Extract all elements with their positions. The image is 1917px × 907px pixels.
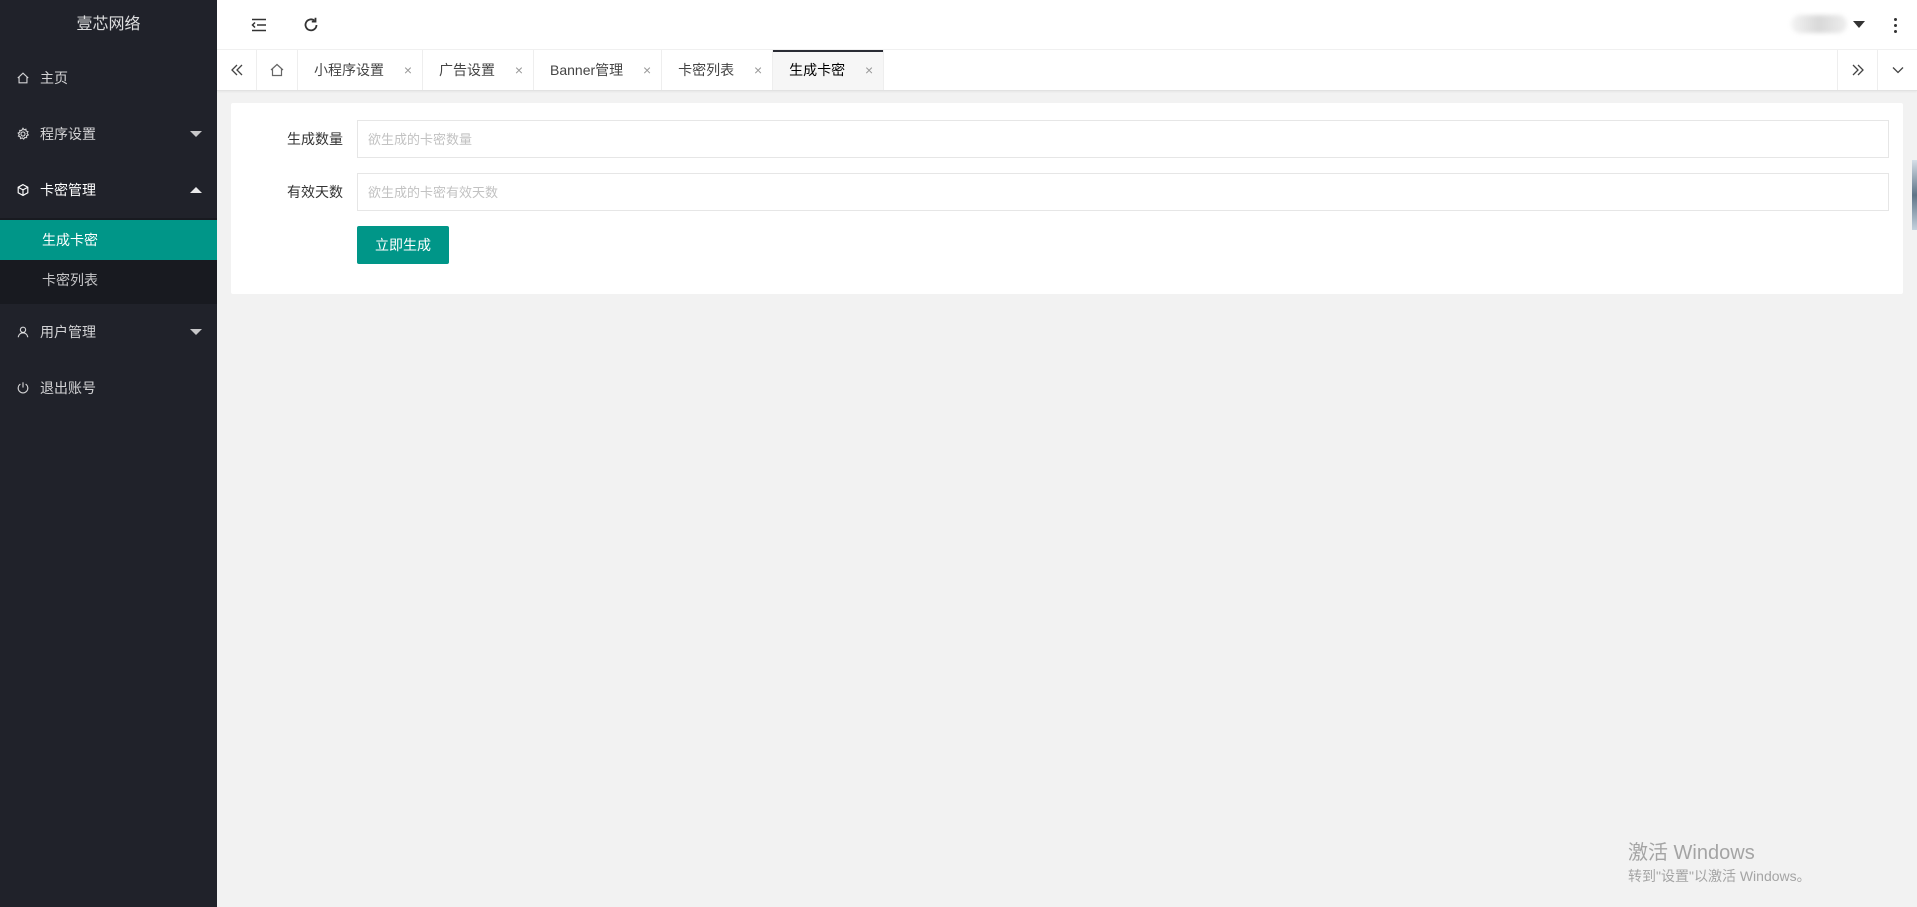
tab-bar: 小程序设置 × 广告设置 × Banner管理 × 卡密列表 × 生成卡密 × bbox=[217, 50, 1917, 91]
tab-label: 广告设置 bbox=[439, 62, 495, 78]
user-menu[interactable] bbox=[1791, 15, 1865, 33]
tab-label: Banner管理 bbox=[550, 62, 624, 78]
user-icon bbox=[16, 325, 30, 339]
tab-home-icon[interactable] bbox=[257, 50, 298, 90]
tab-list: 小程序设置 × 广告设置 × Banner管理 × 卡密列表 × 生成卡密 × bbox=[298, 50, 885, 90]
close-icon[interactable]: × bbox=[404, 50, 412, 90]
chevron-up-icon bbox=[190, 187, 202, 193]
tab-label: 小程序设置 bbox=[314, 62, 384, 78]
tab-card-list[interactable]: 卡密列表 × bbox=[662, 50, 774, 90]
nav-label-user-management: 用户管理 bbox=[40, 324, 96, 340]
more-vertical-icon[interactable] bbox=[1887, 13, 1903, 37]
form-row-days: 有效天数 bbox=[231, 173, 1903, 211]
nav-item-card-management[interactable]: 卡密管理 bbox=[0, 162, 217, 218]
chevron-down-icon bbox=[190, 131, 202, 137]
nav-label-program-settings: 程序设置 bbox=[40, 126, 96, 142]
windows-activation-watermark: 激活 Windows 转到"设置"以激活 Windows。 bbox=[1628, 840, 1811, 886]
avatar bbox=[1791, 15, 1847, 33]
tab-scroll-left-icon[interactable] bbox=[217, 50, 257, 90]
menu-fold-icon[interactable] bbox=[247, 13, 271, 37]
sidebar: 壹芯网络 主页 程序设置 卡密管理 生成卡密 卡密列表 用户管理 退出账号 bbox=[0, 0, 217, 907]
generate-now-button[interactable]: 立即生成 bbox=[357, 226, 449, 264]
nav-label-home: 主页 bbox=[40, 70, 68, 86]
top-header bbox=[217, 0, 1917, 50]
edge-decoration bbox=[1912, 160, 1917, 230]
cube-icon bbox=[16, 183, 30, 197]
home-icon bbox=[16, 71, 30, 85]
tab-label: 生成卡密 bbox=[789, 62, 846, 78]
chevron-down-icon bbox=[190, 329, 202, 335]
subnav-item-generate-card[interactable]: 生成卡密 bbox=[0, 220, 217, 260]
tab-label: 卡密列表 bbox=[678, 62, 735, 78]
nav-item-logout[interactable]: 退出账号 bbox=[0, 360, 217, 416]
generate-card-form: 生成数量 有效天数 立即生成 bbox=[231, 103, 1903, 294]
watermark-title: 激活 Windows bbox=[1628, 842, 1755, 864]
tab-mini-program-settings[interactable]: 小程序设置 × bbox=[298, 50, 423, 90]
chevron-down-icon bbox=[1853, 20, 1865, 28]
subnav-card-management: 生成卡密 卡密列表 bbox=[0, 218, 217, 304]
days-label: 有效天数 bbox=[287, 184, 343, 200]
close-icon[interactable]: × bbox=[754, 50, 762, 90]
app-logo: 壹芯网络 bbox=[76, 16, 141, 33]
tab-scroll-right-icon[interactable] bbox=[1837, 50, 1877, 90]
tab-banner-management[interactable]: Banner管理 × bbox=[534, 50, 663, 90]
nav-label-logout: 退出账号 bbox=[40, 380, 96, 396]
watermark-subtitle: 转到"设置"以激活 Windows。 bbox=[1628, 868, 1811, 884]
tab-ad-settings[interactable]: 广告设置 × bbox=[423, 50, 534, 90]
nav-label-card-management: 卡密管理 bbox=[40, 182, 96, 198]
close-icon[interactable]: × bbox=[515, 50, 523, 90]
refresh-icon[interactable] bbox=[299, 13, 323, 37]
form-row-count: 生成数量 bbox=[231, 120, 1903, 158]
tab-options-chevron-down-icon[interactable] bbox=[1877, 50, 1917, 90]
count-label: 生成数量 bbox=[287, 131, 343, 147]
days-input[interactable] bbox=[357, 173, 1889, 211]
nav-item-program-settings[interactable]: 程序设置 bbox=[0, 106, 217, 162]
power-icon bbox=[16, 381, 30, 395]
gear-icon bbox=[16, 127, 30, 141]
nav-item-user-management[interactable]: 用户管理 bbox=[0, 304, 217, 360]
tab-generate-card[interactable]: 生成卡密 × bbox=[773, 50, 885, 90]
nav-item-home[interactable]: 主页 bbox=[0, 50, 217, 106]
count-input[interactable] bbox=[357, 120, 1889, 158]
subnav-item-card-list[interactable]: 卡密列表 bbox=[0, 260, 217, 300]
close-icon[interactable]: × bbox=[643, 50, 651, 90]
close-icon[interactable]: × bbox=[865, 50, 873, 90]
